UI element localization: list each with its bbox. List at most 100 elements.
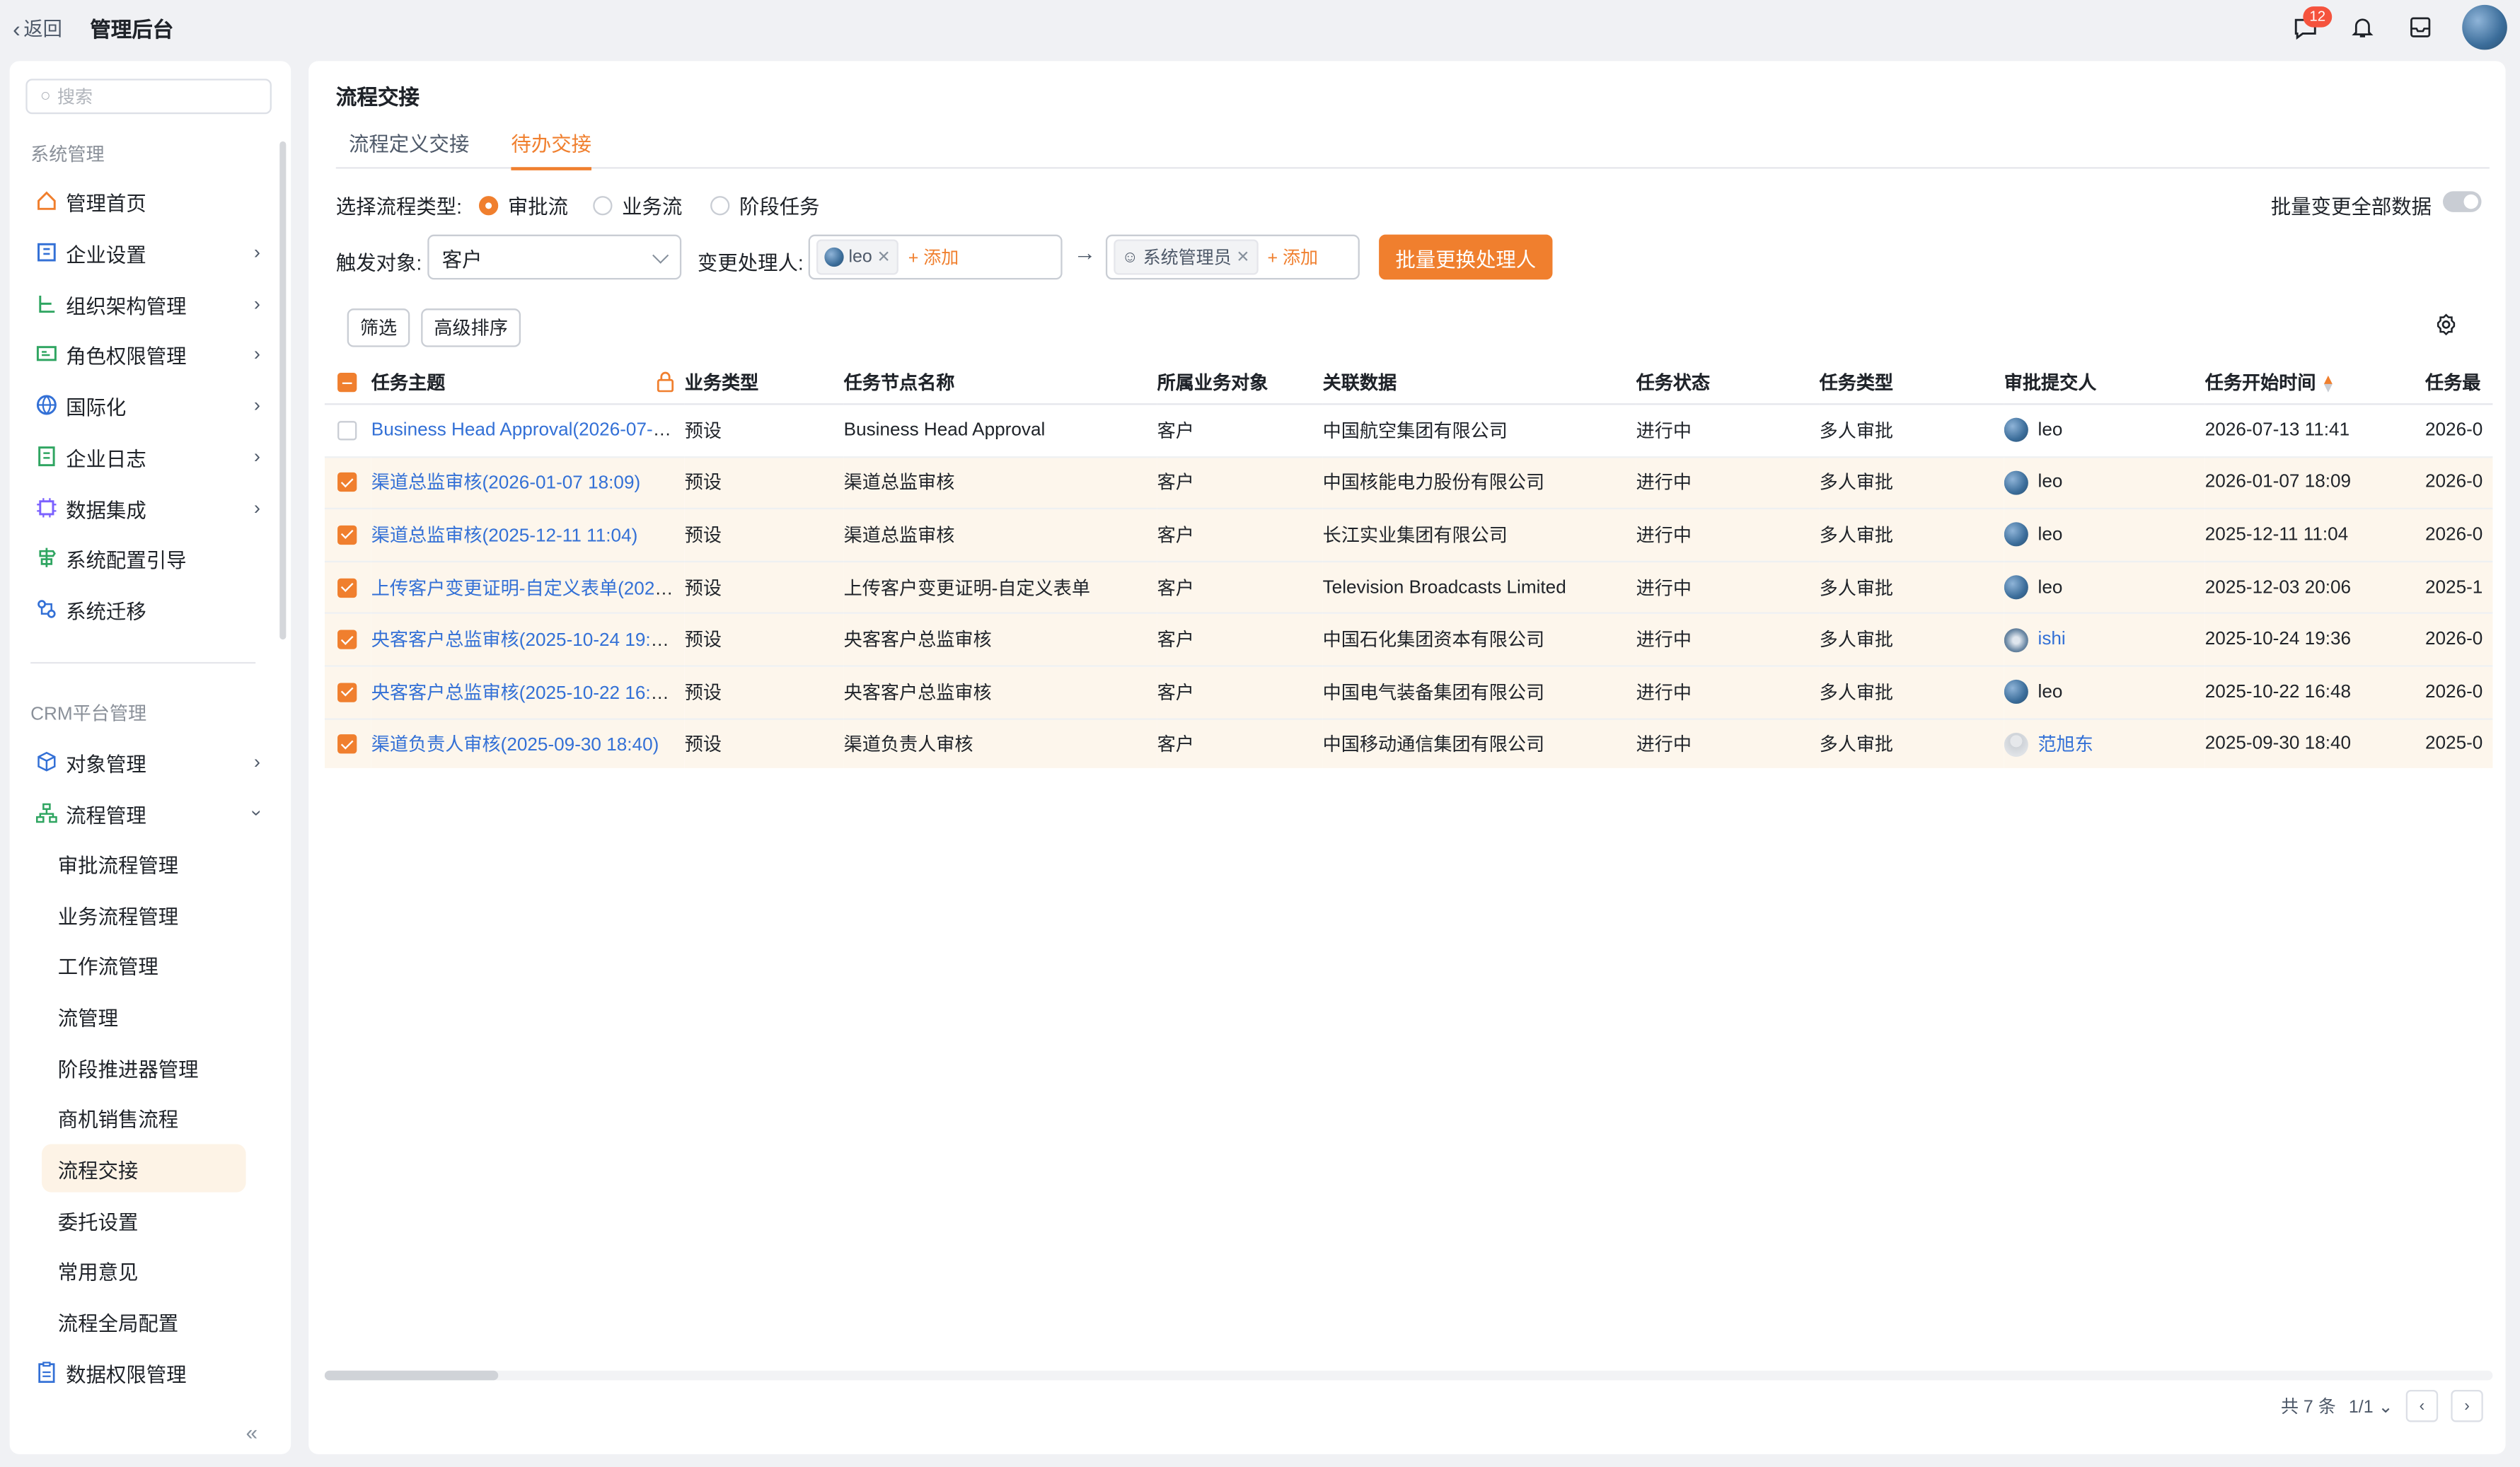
column-header[interactable]: 审批提交人 [2004,374,2097,393]
sidebar-subitem-approval-flow[interactable]: 审批流程管理 [42,839,246,887]
submitter: leo [2004,575,2205,600]
column-header[interactable]: 所属业务对象 [1157,374,1268,393]
back-button[interactable]: ‹ 返回 [13,14,62,42]
lock-icon [656,371,675,397]
column-header[interactable]: 任务最 [2425,374,2480,393]
column-header[interactable]: 业务类型 [685,374,758,393]
sort-icon[interactable]: ▲ ▼ [2321,372,2335,395]
row-checkbox[interactable] [337,577,357,598]
cell-start-time: 2026-01-07 18:09 [2204,456,2425,510]
task-subject-link[interactable]: 央客客户总监审核(2025-10-24 19:36) [371,632,678,651]
table-row[interactable]: 渠道总监审核(2025-12-11 11:04) 预设 渠道总监审核 客户 长江… [324,509,2493,562]
cell-related: 长江实业集团有限公司 [1322,509,1636,562]
signpost-icon [35,546,58,569]
bell-icon [2352,18,2374,37]
next-page-button[interactable]: › [2451,1390,2483,1422]
collapse-sidebar-icon[interactable]: « [246,1420,258,1444]
flow-icon [35,802,58,825]
sidebar-subitem-stage-advancer[interactable]: 阶段推进器管理 [42,1043,246,1091]
prev-page-button[interactable]: ‹ [2405,1390,2439,1422]
sidebar-item-process[interactable]: 流程管理 › [35,794,268,833]
sidebar-item-label: 系统迁移 [66,600,146,623]
sidebar-subitem-common-opinions[interactable]: 常用意见 [42,1246,246,1294]
horizontal-scrollbar[interactable] [324,1370,2493,1381]
row-checkbox[interactable] [337,472,357,492]
cell-related: 中国航空集团有限公司 [1322,404,1636,458]
sidebar-item-data-permission[interactable]: 数据权限管理 [35,1353,260,1392]
cell-status: 进行中 [1636,456,1820,510]
cell-biz-type: 预设 [684,561,844,615]
sidebar-item-config-guide[interactable]: 系统配置引导 [35,538,260,577]
message-button[interactable]: 12 [2289,6,2333,43]
page-selector[interactable]: 1/1 ⌄ [2349,1396,2393,1416]
column-header[interactable]: 任务主题 [371,374,445,393]
table-row[interactable]: 央客客户总监审核(2025-10-24 19:36) 预设 央客客户总监审核 客… [324,613,2493,667]
sidebar-subitem-workflow[interactable]: 工作流管理 [42,940,246,988]
sidebar-subitem-business-flow[interactable]: 业务流程管理 [42,891,246,939]
sidebar: ○ 搜索 系统管理 管理首页 企业设置 › 组织架构管理 › 角色权限管理 › … [9,61,291,1454]
column-header[interactable]: 关联数据 [1323,374,1397,393]
sidebar-item-roles[interactable]: 角色权限管理 › [35,335,260,373]
table-row[interactable]: 渠道总监审核(2026-01-07 18:09) 预设 渠道总监审核 客户 中国… [324,456,2493,510]
id-card-icon [35,342,58,365]
sidebar-item-org[interactable]: 组织架构管理 › [35,284,260,323]
inbox-button[interactable] [2404,11,2436,43]
scrollbar-thumb[interactable] [324,1370,499,1381]
submitter-name: leo [2038,472,2063,493]
row-checkbox[interactable] [337,682,357,702]
cell-related: 中国石化集团资本有限公司 [1322,613,1636,667]
sidebar-subitem-delegation[interactable]: 委托设置 [42,1195,246,1243]
cell-node: 央客客户总监审核 [843,613,1157,667]
task-subject-link[interactable]: 上传客户变更证明-自定义表单(2025-12-03 20:06) [371,579,685,598]
cell-node: Business Head Approval [843,404,1157,458]
select-all-checkbox[interactable] [337,372,357,393]
table-row[interactable]: 渠道负责人审核(2025-09-30 18:40) 预设 渠道负责人审核 客户 … [324,718,2493,768]
row-checkbox[interactable] [337,420,357,440]
table-row[interactable]: 上传客户变更证明-自定义表单(2025-12-03 20:06) 预设 上传客户… [324,561,2493,615]
cell-related: 中国移动通信集团有限公司 [1322,718,1636,768]
avatar [2004,418,2028,443]
row-checkbox[interactable] [337,525,357,545]
sidebar-subitem-process-handover[interactable]: 流程交接 [42,1144,246,1193]
cell-status: 进行中 [1636,561,1820,615]
sidebar-item-objects[interactable]: 对象管理 › [35,743,260,782]
task-subject-link[interactable]: 渠道总监审核(2026-01-07 18:09) [371,475,640,494]
sidebar-subitem-global-config[interactable]: 流程全局配置 [42,1297,246,1345]
task-subject-link[interactable]: Business Head Approval(2026-07-13 11:41) [371,421,685,440]
row-checkbox[interactable] [337,630,357,650]
sidebar-subitem-opportunity-sales[interactable]: 商机销售流程 [42,1093,246,1141]
sidebar-item-data-integration[interactable]: 数据集成 › [35,489,260,528]
task-subject-link[interactable]: 渠道负责人审核(2025-09-30 18:40) [371,736,659,755]
submitter-name[interactable]: ishi [2038,630,2066,649]
sidebar-item-label: 流程管理 [66,804,146,827]
cell-object: 客户 [1157,561,1323,615]
cell-start-time: 2025-12-03 20:06 [2204,561,2425,615]
column-header[interactable]: 任务状态 [1636,374,1710,393]
bell-button[interactable] [2347,11,2379,43]
table-row[interactable]: Business Head Approval(2026-07-13 11:41)… [324,404,2493,458]
sidebar-item-home[interactable]: 管理首页 [35,182,260,221]
chevron-right-icon: › [253,240,261,264]
sidebar-subitem-stream[interactable]: 流管理 [42,992,246,1040]
chevron-down-icon: › [245,809,269,817]
column-header[interactable]: 任务开始时间 [2205,374,2316,393]
table-row[interactable]: 央客客户总监审核(2025-10-22 16:48) 预设 央客客户总监审核 客… [324,666,2493,719]
avatar [2004,680,2028,704]
sidebar-scrollbar[interactable] [279,141,287,640]
row-checkbox[interactable] [337,734,357,755]
sidebar-item-i18n[interactable]: 国际化 › [35,385,260,424]
task-subject-link[interactable]: 渠道总监审核(2025-12-11 11:04) [371,527,638,546]
task-subject-link[interactable]: 央客客户总监审核(2025-10-22 16:48) [371,684,678,703]
cell-task-type: 多人审批 [1819,561,2004,615]
submitter-name[interactable]: 范旭东 [2038,731,2093,757]
sidebar-item-logs[interactable]: 企业日志 › [35,437,260,476]
column-header[interactable]: 任务节点名称 [844,374,955,393]
sidebar-item-migration[interactable]: 系统迁移 [35,590,260,629]
sidebar-item-enterprise-settings[interactable]: 企业设置 › [35,233,260,272]
cell-start-time: 2025-09-30 18:40 [2204,718,2425,768]
user-avatar[interactable] [2462,4,2507,50]
cell-biz-type: 预设 [684,718,844,768]
column-header[interactable]: 任务类型 [1820,374,1893,393]
app-title: 管理后台 [90,17,174,42]
sidebar-search-input[interactable]: ○ 搜索 [25,79,272,115]
